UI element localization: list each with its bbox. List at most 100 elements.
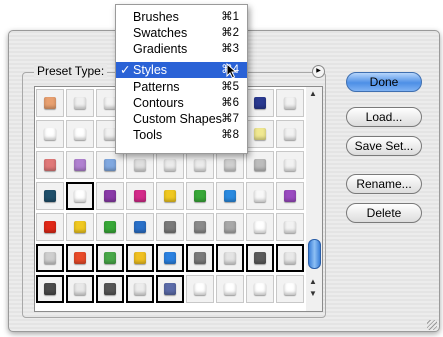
- style-swatch[interactable]: [96, 182, 124, 210]
- style-swatch-preview: [284, 159, 296, 171]
- style-swatch[interactable]: [276, 182, 304, 210]
- style-swatch[interactable]: [96, 151, 124, 179]
- style-swatch[interactable]: [246, 244, 274, 272]
- style-swatch[interactable]: [126, 213, 154, 241]
- style-swatch[interactable]: [96, 275, 124, 303]
- flyout-menu-icon[interactable]: ▶: [312, 65, 325, 78]
- style-swatch-preview: [44, 283, 56, 295]
- style-swatch[interactable]: [66, 213, 94, 241]
- menu-item-custom-shapes[interactable]: Custom Shapes ⌘7: [116, 111, 247, 127]
- style-swatch[interactable]: [216, 275, 244, 303]
- style-swatch[interactable]: [216, 244, 244, 272]
- menu-item-shortcut: ⌘1: [221, 11, 239, 23]
- style-swatch[interactable]: [246, 275, 274, 303]
- menu-item-label: Styles: [133, 63, 168, 77]
- style-swatch-preview: [44, 190, 56, 202]
- menu-item-tools[interactable]: Tools ⌘8: [116, 127, 247, 143]
- style-swatch-preview: [164, 221, 176, 233]
- rename-button[interactable]: Rename...: [346, 174, 422, 194]
- style-swatch[interactable]: [276, 275, 304, 303]
- style-swatch[interactable]: [96, 244, 124, 272]
- style-swatch[interactable]: [66, 89, 94, 117]
- save-set-button[interactable]: Save Set...: [346, 136, 422, 156]
- scrollbar-thumb[interactable]: [308, 239, 321, 269]
- style-swatch-preview: [224, 283, 236, 295]
- style-swatch[interactable]: [186, 244, 214, 272]
- style-swatch[interactable]: [246, 213, 274, 241]
- style-swatch[interactable]: [156, 182, 184, 210]
- style-swatch[interactable]: [216, 182, 244, 210]
- menu-item-brushes[interactable]: Brushes ⌘1: [116, 9, 247, 25]
- style-swatch[interactable]: [96, 213, 124, 241]
- load-button[interactable]: Load...: [346, 107, 422, 127]
- style-swatch[interactable]: [156, 151, 184, 179]
- style-swatch[interactable]: [276, 244, 304, 272]
- style-swatch-preview: [74, 128, 86, 140]
- style-swatch[interactable]: [126, 244, 154, 272]
- menu-item-label: Gradients: [133, 42, 188, 56]
- style-swatch-preview: [44, 221, 56, 233]
- style-swatch-preview: [284, 128, 296, 140]
- style-swatch-preview: [194, 159, 206, 171]
- style-swatch[interactable]: [36, 275, 64, 303]
- style-swatch[interactable]: [36, 244, 64, 272]
- style-swatch[interactable]: [36, 89, 64, 117]
- style-swatch-preview: [284, 221, 296, 233]
- style-swatch[interactable]: [216, 213, 244, 241]
- style-swatch[interactable]: [66, 244, 94, 272]
- style-swatch[interactable]: [126, 182, 154, 210]
- style-swatch[interactable]: [156, 275, 184, 303]
- style-swatch[interactable]: [186, 275, 214, 303]
- menu-item-label: Patterns: [133, 80, 180, 94]
- menu-item-patterns[interactable]: Patterns ⌘5: [116, 79, 247, 95]
- menu-item-contours[interactable]: Contours ⌘6: [116, 95, 247, 111]
- style-swatch[interactable]: [186, 213, 214, 241]
- style-swatch-preview: [74, 252, 86, 264]
- style-swatch[interactable]: [276, 213, 304, 241]
- style-swatch[interactable]: [66, 182, 94, 210]
- style-swatch-preview: [74, 190, 86, 202]
- grid-scrollbar[interactable]: ▲ ▲ ▼: [306, 86, 323, 312]
- style-swatch[interactable]: [156, 213, 184, 241]
- style-swatch[interactable]: [36, 213, 64, 241]
- style-swatch-preview: [254, 97, 266, 109]
- delete-button[interactable]: Delete: [346, 203, 422, 223]
- style-swatch[interactable]: [186, 182, 214, 210]
- menu-item-label: Custom Shapes: [133, 112, 222, 126]
- style-swatch[interactable]: [156, 244, 184, 272]
- style-swatch-preview: [74, 283, 86, 295]
- style-swatch-preview: [134, 283, 146, 295]
- menu-item-label: Brushes: [133, 10, 179, 24]
- style-swatch[interactable]: [66, 151, 94, 179]
- style-swatch-preview: [164, 283, 176, 295]
- style-swatch[interactable]: [126, 275, 154, 303]
- menu-item-label: Tools: [133, 128, 163, 142]
- style-swatch[interactable]: [36, 182, 64, 210]
- scroll-down-arrow-icon[interactable]: ▼: [309, 289, 317, 298]
- style-swatch[interactable]: [126, 151, 154, 179]
- style-swatch-preview: [224, 190, 236, 202]
- style-swatch[interactable]: [246, 151, 274, 179]
- style-swatch[interactable]: [36, 120, 64, 148]
- style-swatch[interactable]: [246, 89, 274, 117]
- done-button[interactable]: Done: [346, 72, 422, 92]
- scroll-up-arrow-icon[interactable]: ▲: [309, 277, 317, 286]
- style-swatch[interactable]: [66, 120, 94, 148]
- style-swatch[interactable]: [66, 275, 94, 303]
- style-swatch[interactable]: [246, 120, 274, 148]
- style-swatch[interactable]: [216, 151, 244, 179]
- resize-grip-icon[interactable]: [427, 320, 437, 330]
- style-swatch-preview: [44, 128, 56, 140]
- style-swatch[interactable]: [186, 151, 214, 179]
- style-swatch[interactable]: [276, 89, 304, 117]
- style-swatch[interactable]: [36, 151, 64, 179]
- style-swatch-preview: [134, 190, 146, 202]
- menu-item-gradients[interactable]: Gradients ⌘3: [116, 41, 247, 57]
- style-swatch-preview: [104, 159, 116, 171]
- style-swatch-preview: [44, 159, 56, 171]
- style-swatch[interactable]: [276, 120, 304, 148]
- style-swatch[interactable]: [276, 151, 304, 179]
- scroll-up-icon[interactable]: ▲: [309, 89, 317, 98]
- menu-item-swatches[interactable]: Swatches ⌘2: [116, 25, 247, 41]
- style-swatch[interactable]: [246, 182, 274, 210]
